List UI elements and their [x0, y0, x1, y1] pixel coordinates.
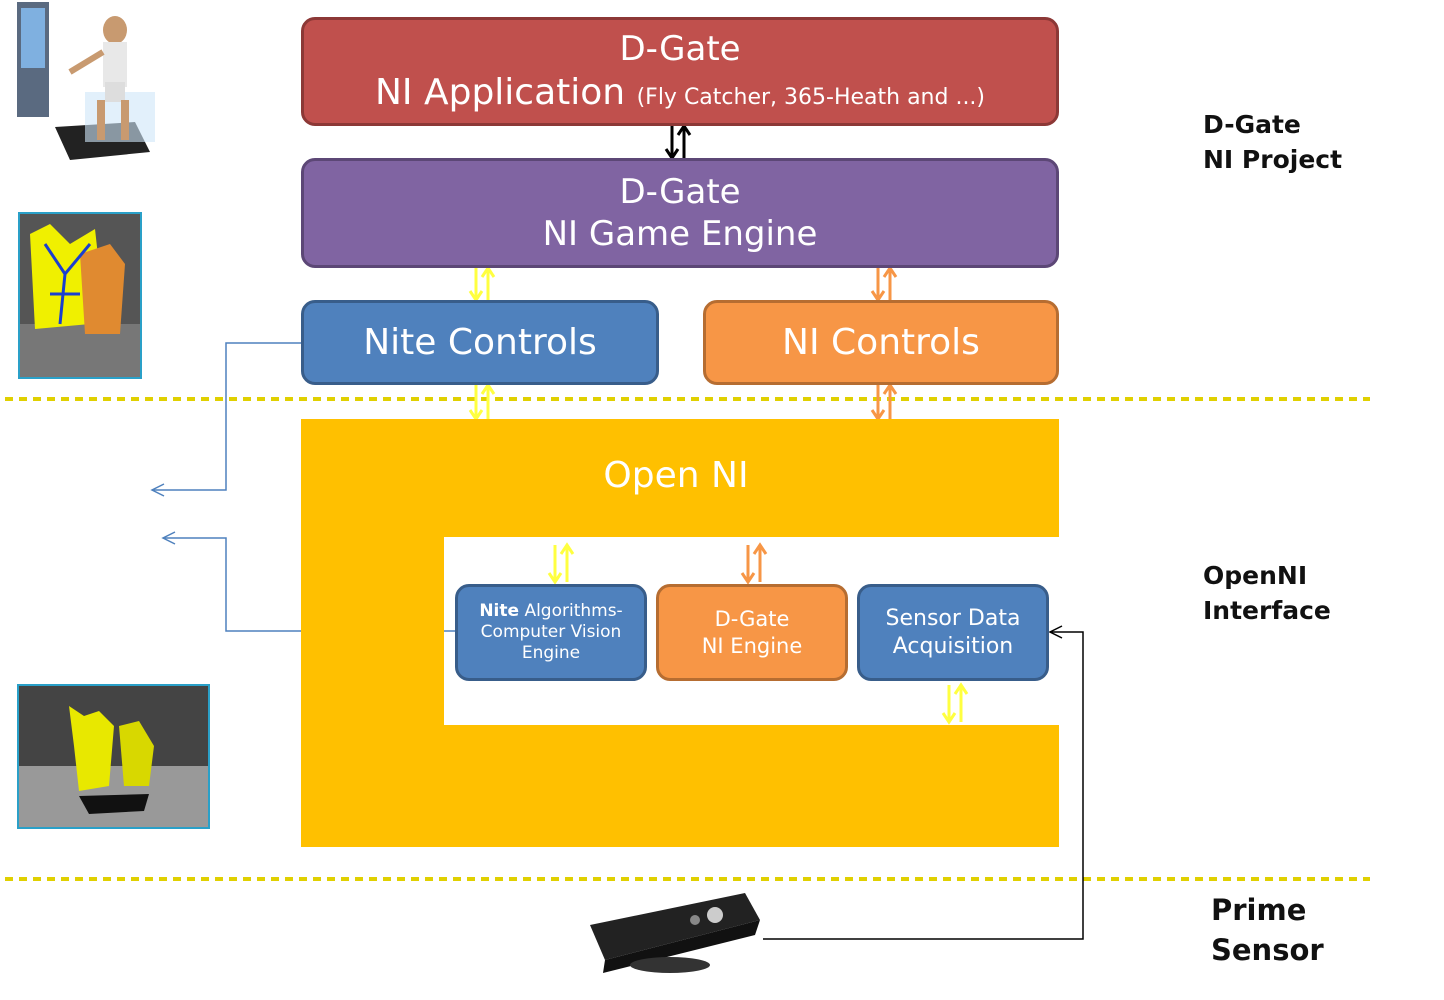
nite-controls-label: Nite Controls: [363, 322, 597, 363]
ni-application-subtitle: NI Application: [374, 72, 626, 114]
nite-algorithms-title: Algorithms-: [524, 600, 623, 621]
label-dgate-project-line2: NI Project: [1203, 144, 1343, 174]
openni-nite-alg-arrows: [547, 542, 575, 585]
nite-algorithms-bold: Nite: [479, 600, 520, 621]
game-engine-box: D-Gate NI Game Engine: [301, 158, 1059, 268]
nite-algorithms-line3: Engine: [521, 643, 581, 664]
label-openni-line1: OpenNI: [1203, 561, 1308, 590]
sensor-data-subtitle: Acquisition: [892, 633, 1014, 659]
sensor-data-box: Sensor Data Acquisition: [857, 584, 1049, 681]
app-engine-arrows: [664, 123, 692, 161]
nite-openni-arrows: [468, 382, 496, 422]
dgate-ni-engine-subtitle: NI Engine: [701, 633, 803, 658]
nite-algorithms-line2: Computer Vision: [480, 621, 622, 642]
ni-controls-label: NI Controls: [782, 322, 980, 363]
ni-controls-box: NI Controls: [703, 300, 1059, 385]
label-prime-line2: Sensor: [1211, 933, 1324, 968]
sensor-openni-arrows: [941, 682, 969, 725]
engine-nite-arrows: [468, 265, 496, 303]
game-engine-subtitle: NI Game Engine: [542, 214, 818, 254]
label-prime-line1: Prime: [1211, 893, 1307, 927]
label-openni-interface: OpenNI Interface: [1203, 559, 1331, 628]
engine-ni-arrows: [870, 265, 898, 303]
ni-openni-arrows: [870, 382, 898, 422]
ni-application-box: D-Gate NI Application (Fly Catcher, 365-…: [301, 17, 1059, 126]
nite-controls-box: Nite Controls: [301, 300, 659, 385]
ni-application-note: (Fly Catcher, 365-Heath and ...): [636, 85, 986, 111]
game-engine-title: D-Gate: [619, 171, 741, 212]
dgate-ni-engine-title: D-Gate: [714, 607, 790, 632]
nite-controls-connector: [152, 342, 302, 491]
label-dgate-project-line1: D-Gate: [1203, 110, 1301, 139]
openni-label: Open NI: [603, 455, 749, 496]
dgate-ni-engine-box: D-Gate NI Engine: [656, 584, 848, 681]
ni-application-title: D-Gate: [619, 28, 741, 69]
label-openni-line2: Interface: [1203, 595, 1331, 625]
openni-block-bottom: [444, 725, 1059, 847]
sensor-data-title: Sensor Data: [885, 606, 1021, 631]
label-dgate-project: D-Gate NI Project: [1203, 108, 1342, 177]
label-prime-sensor: Prime Sensor: [1211, 890, 1324, 970]
openni-dgate-engine-arrows: [740, 542, 768, 585]
openni-block-left: [301, 537, 444, 847]
nite-algorithms-box: Nite Algorithms- Computer Vision Engine: [455, 584, 647, 681]
